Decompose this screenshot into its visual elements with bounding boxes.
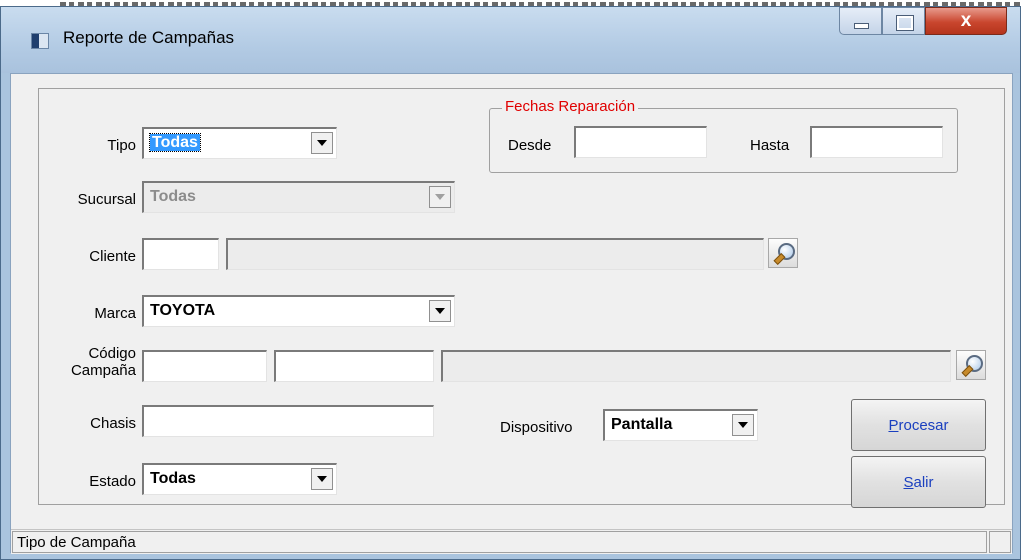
title-bar[interactable]: Reporte de Campañas x [1,7,1020,73]
chevron-down-icon[interactable] [429,186,451,208]
salir-label: alir [913,473,934,491]
chevron-down-icon[interactable] [311,132,333,154]
sucursal-combobox[interactable]: Todas [142,181,455,213]
window-title: Reporte de Campañas [63,28,235,47]
maximize-button[interactable] [882,7,925,35]
marca-label: Marca [94,305,136,322]
codigo-campana-label: Código Campaña [41,345,136,379]
app-window-icon [31,33,49,49]
dispositivo-value: Pantalla [611,416,673,433]
status-grip [989,531,1011,553]
status-bar: Tipo de Campaña [11,529,1012,554]
chevron-down-icon[interactable] [311,468,333,490]
tipo-value: Todas [149,133,201,152]
cliente-label: Cliente [89,248,136,265]
marca-combobox[interactable]: TOYOTA [142,295,455,327]
hasta-input[interactable] [810,126,943,158]
marca-value: TOYOTA [150,302,216,319]
codigo-campana-label-line1: Código [88,345,136,362]
salir-button[interactable]: Salir [851,456,986,508]
codigo-campana-field1[interactable] [142,350,267,382]
magnifier-handle [961,364,974,378]
desde-label: Desde [508,137,552,154]
dispositivo-combobox[interactable]: Pantalla [603,409,758,441]
procesar-hotkey: P [888,416,899,434]
close-icon: x [960,10,972,31]
close-button[interactable]: x [925,7,1007,35]
estado-combobox[interactable]: Todas [142,463,337,495]
fechas-reparacion-title: Fechas Reparación [502,98,639,115]
cliente-search-button[interactable] [768,238,798,268]
codigo-campana-field2[interactable] [274,350,434,382]
codigo-campana-description [441,350,951,382]
chasis-label: Chasis [90,415,136,432]
hasta-label: Hasta [750,137,790,154]
estado-value: Todas [150,470,196,487]
procesar-label: rocesar [898,416,949,434]
sucursal-label: Sucursal [77,191,136,208]
cliente-name-field [226,238,764,270]
desde-input[interactable] [574,126,707,158]
chevron-down-icon[interactable] [732,414,754,436]
chevron-down-icon[interactable] [429,300,451,322]
procesar-button[interactable]: Procesar [851,399,986,451]
dispositivo-label: Dispositivo [500,419,573,436]
magnifier-handle [773,252,786,266]
estado-label: Estado [89,473,136,490]
codigo-campana-label-line2: Campaña [70,362,136,379]
tipo-label: Tipo [107,137,136,154]
client-area: Tipo Todas Fechas Reparación Desde Hasta… [10,73,1013,554]
status-text: Tipo de Campaña [12,531,987,553]
sucursal-value: Todas [150,188,196,205]
cliente-code-input[interactable] [142,238,219,270]
chasis-input[interactable] [142,405,434,437]
campana-search-button[interactable] [956,350,986,380]
report-window: Reporte de Campañas x Tipo Todas Fechas … [0,6,1021,560]
salir-hotkey: S [903,473,914,491]
minimize-button[interactable] [839,7,882,35]
tipo-combobox[interactable]: Todas [142,127,337,159]
